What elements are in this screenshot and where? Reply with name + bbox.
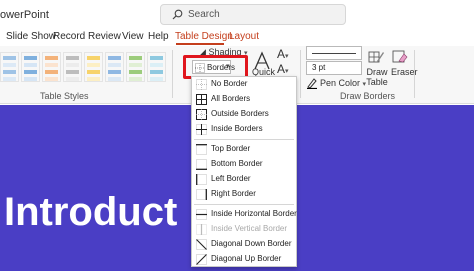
table-style-swatch[interactable]	[147, 52, 166, 82]
menu-item-label: Outside Borders	[211, 109, 269, 118]
menu-item-inside-vertical-border: Inside Vertical Border	[192, 222, 296, 238]
active-tab-indicator	[176, 43, 224, 45]
search-placeholder: Search	[188, 9, 220, 20]
eraser-icon[interactable]	[392, 49, 408, 65]
table-style-swatch[interactable]	[105, 52, 124, 82]
ribbon-tabs: Slide Show Record Review View Help Table…	[0, 28, 474, 46]
table-style-swatch[interactable]	[21, 52, 40, 82]
menu-item-left-border[interactable]: Left Border	[192, 172, 296, 188]
table-style-swatch[interactable]	[126, 52, 145, 82]
tab-layout[interactable]: Layout	[229, 31, 259, 42]
app-title: owerPoint	[0, 9, 49, 21]
tab-help[interactable]: Help	[148, 31, 169, 42]
text-outline-icon[interactable]: A▾	[277, 62, 289, 76]
menu-item-label: Diagonal Up Border	[211, 254, 282, 263]
menu-item-label: Top Border	[211, 144, 251, 153]
menu-item-top-border[interactable]: Top Border	[192, 142, 296, 158]
pen-style-dropdown[interactable]	[306, 46, 362, 60]
menu-item-label: Diagonal Down Border	[211, 239, 292, 248]
menu-item-label: Right Border	[211, 189, 256, 198]
bottom-border-icon	[196, 159, 207, 170]
diagonal-up-border-icon	[196, 254, 207, 265]
menu-item-diagonal-up-border[interactable]: Diagonal Up Border	[192, 252, 296, 268]
menu-item-label: Inside Horizontal Border	[211, 209, 297, 218]
table-style-swatch[interactable]	[63, 52, 82, 82]
menu-item-label: Left Border	[211, 174, 251, 183]
menu-item-bottom-border[interactable]: Bottom Border	[192, 157, 296, 173]
menu-item-label: All Borders	[211, 94, 251, 103]
menu-item-right-border[interactable]: Right Border	[192, 187, 296, 203]
pen-color-label: Pen Color	[320, 78, 361, 88]
right-border-icon	[196, 189, 207, 200]
all-borders-icon	[196, 94, 207, 105]
menu-item-inside-horizontal-border[interactable]: Inside Horizontal Border	[192, 207, 297, 223]
left-border-icon	[196, 174, 207, 185]
table-style-swatch[interactable]	[0, 52, 19, 82]
inside-horizontal-border-icon	[196, 209, 207, 220]
ribbon-separator	[300, 50, 301, 98]
outside-borders-icon	[196, 109, 207, 120]
borders-dropdown-menu: No Border All Borders Outside Borders In…	[191, 76, 297, 267]
ribbon-separator	[172, 50, 173, 98]
tab-slide-show[interactable]: Slide Show	[6, 31, 56, 42]
table-styles-group-label: Table Styles	[40, 91, 89, 101]
pen-color-button[interactable]: Pen Color ▾	[320, 78, 366, 88]
inside-borders-icon	[196, 124, 207, 135]
menu-item-diagonal-down-border[interactable]: Diagonal Down Border	[192, 237, 296, 253]
tab-record[interactable]: Record	[53, 31, 85, 42]
no-border-icon	[196, 79, 207, 90]
ribbon-separator	[414, 50, 415, 98]
menu-item-no-border[interactable]: No Border	[192, 77, 296, 93]
tab-table-design[interactable]: Table Design	[175, 31, 233, 42]
draw-borders-group-label: Draw Borders	[340, 91, 396, 101]
diagonal-down-border-icon	[196, 239, 207, 250]
draw-table-icon[interactable]	[368, 49, 384, 65]
search-input[interactable]: Search	[160, 4, 346, 25]
menu-item-label: No Border	[211, 79, 248, 88]
top-border-icon	[196, 144, 207, 155]
menu-item-label: Inside Vertical Border	[211, 224, 288, 233]
pen-weight-value: 3 pt	[312, 63, 326, 72]
menu-separator	[194, 139, 294, 140]
menu-separator	[194, 204, 294, 205]
text-fill-icon[interactable]: A▾	[277, 47, 289, 61]
pen-weight-dropdown[interactable]: 3 pt	[306, 61, 362, 75]
menu-item-inside-borders[interactable]: Inside Borders	[192, 122, 296, 138]
slide-title[interactable]: Introduct	[4, 190, 177, 235]
menu-item-outside-borders[interactable]: Outside Borders	[192, 107, 296, 123]
search-icon	[172, 9, 183, 20]
menu-item-label: Bottom Border	[211, 159, 263, 168]
table-style-swatch[interactable]	[84, 52, 103, 82]
menu-item-all-borders[interactable]: All Borders	[192, 92, 296, 108]
table-style-swatch[interactable]	[42, 52, 61, 82]
tab-review[interactable]: Review	[88, 31, 121, 42]
pen-color-icon[interactable]	[306, 77, 318, 89]
menu-item-label: Inside Borders	[211, 124, 263, 133]
tab-view[interactable]: View	[122, 31, 144, 42]
draw-table-label: Draw Table	[366, 67, 388, 87]
inside-vertical-border-icon	[196, 224, 207, 235]
